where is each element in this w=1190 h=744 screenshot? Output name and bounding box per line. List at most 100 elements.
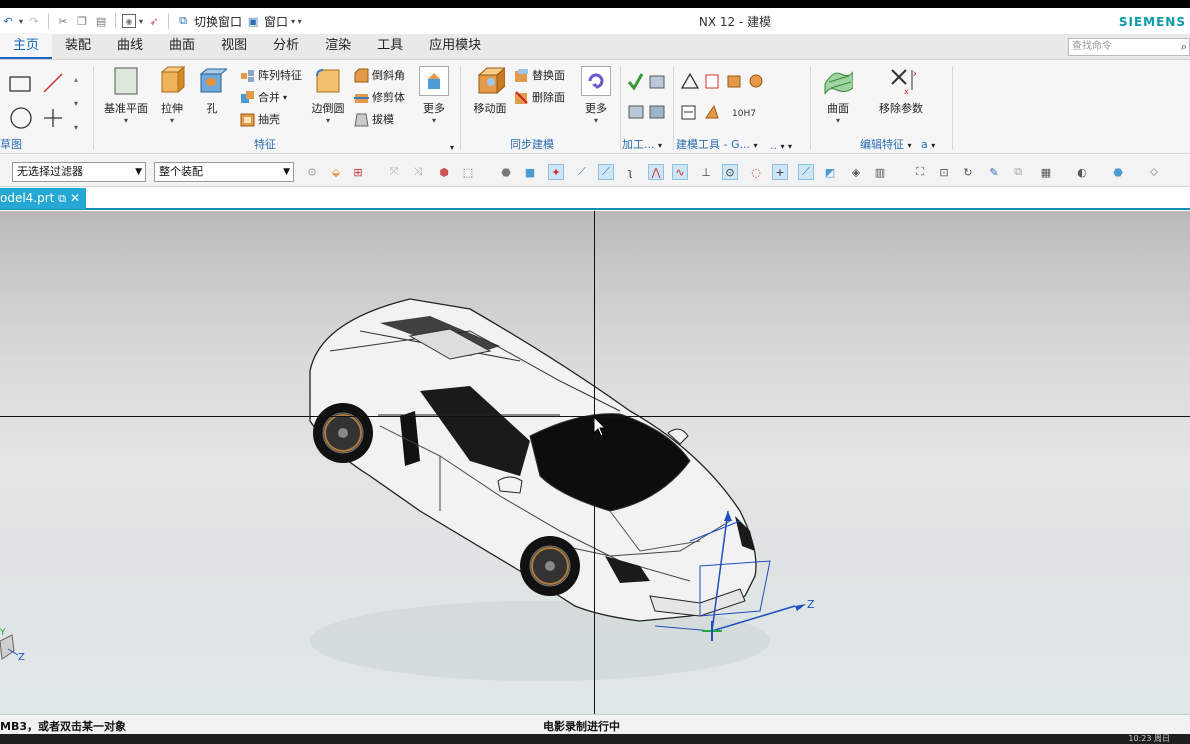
pattern-feature-icon bbox=[240, 68, 255, 83]
datum-plane-button[interactable]: 基准平面 ▾ bbox=[100, 66, 152, 126]
window-title: NX 12 - 建模 bbox=[698, 15, 772, 29]
draft-button[interactable]: 拔模 bbox=[354, 110, 394, 128]
delete-face-button[interactable]: 删除面 bbox=[514, 88, 565, 106]
zoom-icon[interactable]: ⊡ bbox=[936, 164, 952, 180]
top-black-bar bbox=[0, 0, 1190, 8]
svg-text:x: x bbox=[913, 69, 916, 78]
sync-more-icon bbox=[581, 66, 611, 96]
display-mode-icon[interactable]: ⬣ bbox=[1110, 164, 1126, 180]
snap-pole-icon[interactable]: ▥ bbox=[872, 164, 888, 180]
os-taskbar: 10:23 周日 bbox=[0, 734, 1190, 744]
scope-filter-select[interactable]: 整个装配 ▼ bbox=[154, 162, 294, 182]
select-faces-icon[interactable]: ⬢ bbox=[436, 164, 452, 180]
tab-tools[interactable]: 工具 bbox=[364, 33, 416, 59]
snap-control-point-icon[interactable]: ⋀ bbox=[648, 164, 664, 180]
taskbar-clock: 10:23 周日 bbox=[1128, 734, 1170, 743]
chamfer-icon bbox=[354, 68, 369, 83]
select-box-icon[interactable]: ⊞ bbox=[350, 164, 366, 180]
hole-button[interactable]: 孔 bbox=[186, 66, 238, 116]
close-icon[interactable]: ✕ bbox=[70, 188, 80, 209]
chamfer-button[interactable]: 倒斜角 bbox=[354, 66, 405, 84]
sync-modeling-group: 移动面 替换面 删除面 更多 ▾ 同步建模 bbox=[462, 62, 618, 152]
machining-group-label: 加工... ▾ bbox=[622, 138, 663, 151]
feature-more-button[interactable]: 更多 ▾ bbox=[412, 66, 456, 126]
ribbon: ▴ ▾ ▾ 草图 基准平面 ▾ 拉伸 ▾ 孔 阵列特征 合并 ▾ 抽壳 边倒圆 … bbox=[0, 60, 1190, 154]
search-placeholder: 查找命令 bbox=[1072, 41, 1112, 52]
snap-quadrant-icon[interactable]: ◌ bbox=[748, 164, 764, 180]
select-solid-icon[interactable]: ⬣ bbox=[498, 164, 514, 180]
general-selection-icon[interactable]: ⚙ bbox=[304, 164, 320, 180]
snap-point-on-curve-icon[interactable]: ⟋ bbox=[798, 164, 814, 180]
draft-icon bbox=[354, 112, 369, 127]
move-face-button[interactable]: 移动面 bbox=[464, 66, 516, 116]
document-tabs: odel4.prt ⧉ ✕ bbox=[0, 188, 1190, 210]
command-search-input[interactable]: 查找命令 ⌕ bbox=[1068, 38, 1190, 56]
unite-icon bbox=[240, 90, 255, 105]
document-tab-model4[interactable]: odel4.prt ⧉ ✕ bbox=[0, 188, 86, 209]
deselect-icon[interactable]: ⤧ bbox=[386, 164, 402, 180]
chevron-down-icon: ▼ bbox=[135, 167, 142, 177]
remove-parameters-button[interactable]: xx 移除参数 bbox=[866, 66, 936, 116]
document-name: odel4.prt bbox=[0, 191, 55, 205]
pattern-feature-button[interactable]: 阵列特征 bbox=[240, 66, 302, 84]
datum-plane-icon bbox=[111, 66, 141, 96]
mini-triad-z: Z bbox=[18, 652, 25, 663]
mini-triad-y: Y bbox=[0, 628, 6, 638]
snap-curve-icon[interactable]: ʅ bbox=[622, 164, 638, 180]
tab-analysis[interactable]: 分析 bbox=[260, 33, 312, 59]
modeling-tools-icons[interactable]: 10H7 bbox=[680, 72, 770, 126]
tab-curve[interactable]: 曲线 bbox=[104, 33, 156, 59]
tab-render[interactable]: 渲染 bbox=[312, 33, 364, 59]
machining-group: 加工... ▾ bbox=[622, 62, 672, 152]
replace-face-icon bbox=[514, 68, 529, 83]
snap-spline-icon[interactable]: ∿ bbox=[672, 164, 688, 180]
collapsed-group: .. ▾ ▾ bbox=[770, 62, 810, 152]
tab-applications[interactable]: 应用模块 bbox=[416, 33, 494, 59]
extrude-icon bbox=[157, 66, 187, 96]
orient-view-icon[interactable]: ▦ bbox=[1038, 164, 1054, 180]
shell-button[interactable]: 抽壳 bbox=[240, 110, 280, 128]
replace-face-button[interactable]: 替换面 bbox=[514, 66, 565, 84]
perspective-icon[interactable]: ⧉ bbox=[1010, 164, 1026, 180]
graphics-viewport[interactable]: Z Z Y bbox=[0, 211, 1190, 714]
snap-points-icon[interactable]: ✦ bbox=[548, 164, 564, 180]
collapsed-group-label[interactable]: .. ▾ ▾ bbox=[770, 139, 792, 152]
snap-mid-point-icon[interactable]: ⟋ bbox=[598, 164, 614, 180]
selection-filter-bar: 无选择过滤器 ▼ 整个装配 ▼ ⚙ ⬙ ⊞ ⤧ ⤨ ⬢ ⬚ ⬣ ■ ✦ ⟋ ⟋ … bbox=[0, 155, 1190, 187]
edge-blend-button[interactable]: 边倒圆 ▾ bbox=[302, 66, 354, 126]
tab-view[interactable]: 视图 bbox=[208, 33, 260, 59]
feature-group-dropdown-icon[interactable]: ▾ bbox=[450, 143, 454, 152]
trim-body-button[interactable]: 修剪体 bbox=[354, 88, 405, 106]
sync-more-button[interactable]: 更多 ▾ bbox=[574, 66, 618, 126]
unite-dropdown-icon[interactable]: ▾ bbox=[283, 93, 287, 102]
snap-arc-center-icon[interactable]: ⊙ bbox=[722, 164, 738, 180]
tab-home[interactable]: 主页 bbox=[0, 33, 53, 59]
rotate-icon[interactable]: ↻ bbox=[960, 164, 976, 180]
unite-button[interactable]: 合并 ▾ bbox=[240, 88, 287, 106]
snap-bounded-grid-icon[interactable]: ◈ bbox=[848, 164, 864, 180]
render-style-icon[interactable]: ◐ bbox=[1074, 164, 1090, 180]
siemens-logo: SIEMENS bbox=[1118, 15, 1186, 29]
type-filter-select[interactable]: 无选择过滤器 ▼ bbox=[12, 162, 146, 182]
snap-end-point-icon[interactable]: ⟋ bbox=[574, 164, 590, 180]
surface-button[interactable]: 曲面 ▾ bbox=[812, 66, 864, 126]
snap-intersection-icon[interactable]: ⊥ bbox=[698, 164, 714, 180]
remove-parameters-icon: xx bbox=[886, 66, 916, 96]
select-body-icon[interactable]: ■ bbox=[522, 164, 538, 180]
tab-assembly[interactable]: 装配 bbox=[52, 33, 104, 59]
car-model-3d[interactable]: Z Z Y bbox=[0, 211, 1190, 714]
layer-settings-icon[interactable]: ⬦ bbox=[1146, 164, 1162, 180]
tab-surface[interactable]: 曲面 bbox=[156, 33, 208, 59]
snap-existing-point-icon[interactable]: + bbox=[772, 164, 788, 180]
rectangle-select-icon[interactable]: ⬚ bbox=[460, 164, 476, 180]
pan-icon[interactable]: ✎ bbox=[986, 164, 1002, 180]
search-icon[interactable]: ⌕ bbox=[1181, 39, 1187, 55]
snap-point-on-surface-icon[interactable]: ◩ bbox=[822, 164, 838, 180]
pin-icon[interactable]: ⧉ bbox=[58, 188, 66, 209]
sketch-tools-icons[interactable]: ▴ ▾ ▾ bbox=[8, 70, 98, 134]
select-features-icon[interactable]: ⬙ bbox=[328, 164, 344, 180]
fit-icon[interactable]: ⛶ bbox=[912, 164, 928, 180]
machining-tools-icons[interactable] bbox=[626, 72, 672, 126]
filter-icon[interactable]: ⤨ bbox=[410, 164, 426, 180]
edit-feature-group: 曲面 ▾ xx 移除参数 编辑特征 ▾ a ▾ bbox=[812, 62, 952, 152]
